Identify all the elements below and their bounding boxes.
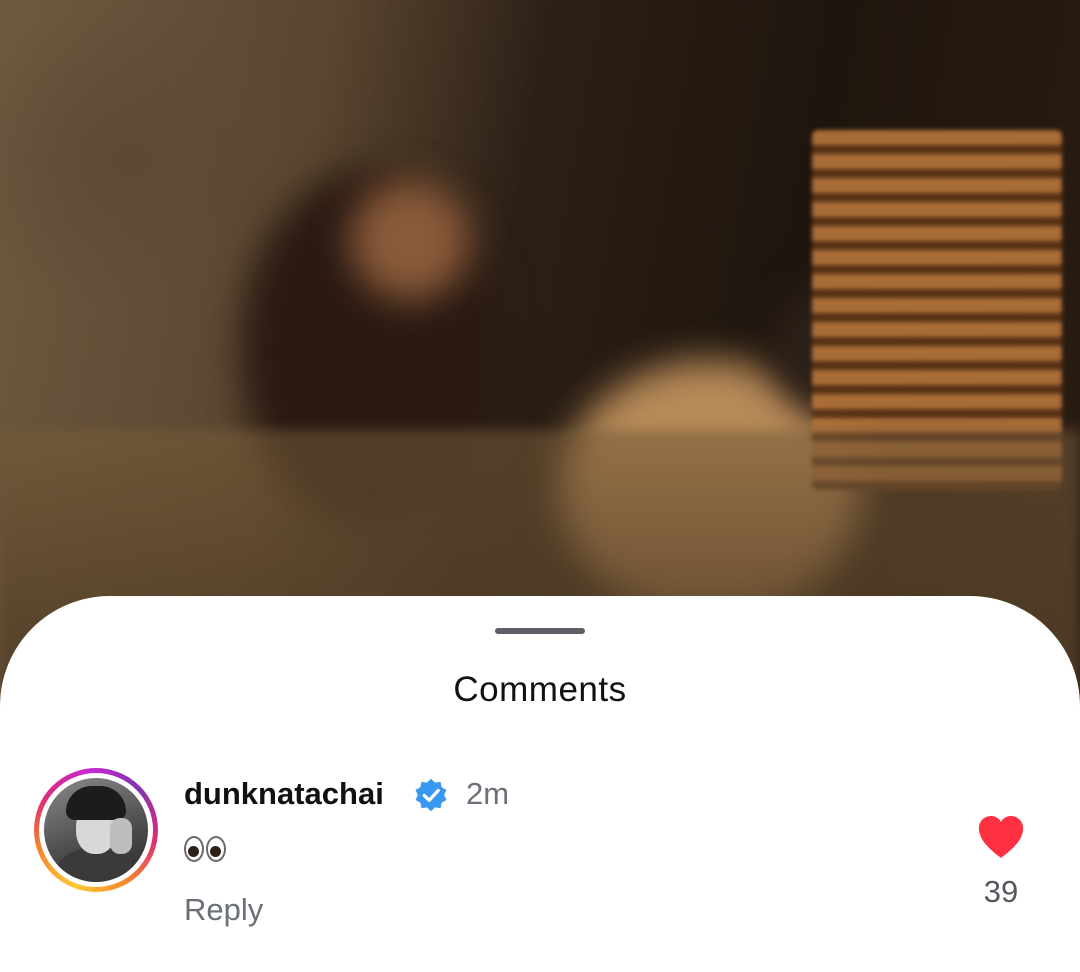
avatar[interactable] bbox=[34, 768, 158, 892]
background-video-frame bbox=[0, 0, 1080, 700]
reply-button[interactable]: Reply bbox=[184, 892, 263, 928]
sheet-title: Comments bbox=[453, 670, 627, 709]
avatar-image bbox=[44, 778, 148, 882]
verified-badge-icon bbox=[415, 778, 447, 812]
figure-left-head bbox=[350, 180, 470, 300]
comment-text bbox=[184, 836, 226, 870]
comments-sheet: Comments dunknatachai 2m Reply 39 bbox=[0, 596, 1080, 972]
comment-time: 2m bbox=[466, 776, 510, 811]
like-count: 39 bbox=[983, 874, 1019, 909]
eyes-emoji bbox=[184, 836, 226, 862]
heart-icon[interactable] bbox=[976, 814, 1026, 860]
drag-handle[interactable] bbox=[495, 628, 585, 634]
comment-username[interactable]: dunknatachai bbox=[184, 776, 384, 812]
